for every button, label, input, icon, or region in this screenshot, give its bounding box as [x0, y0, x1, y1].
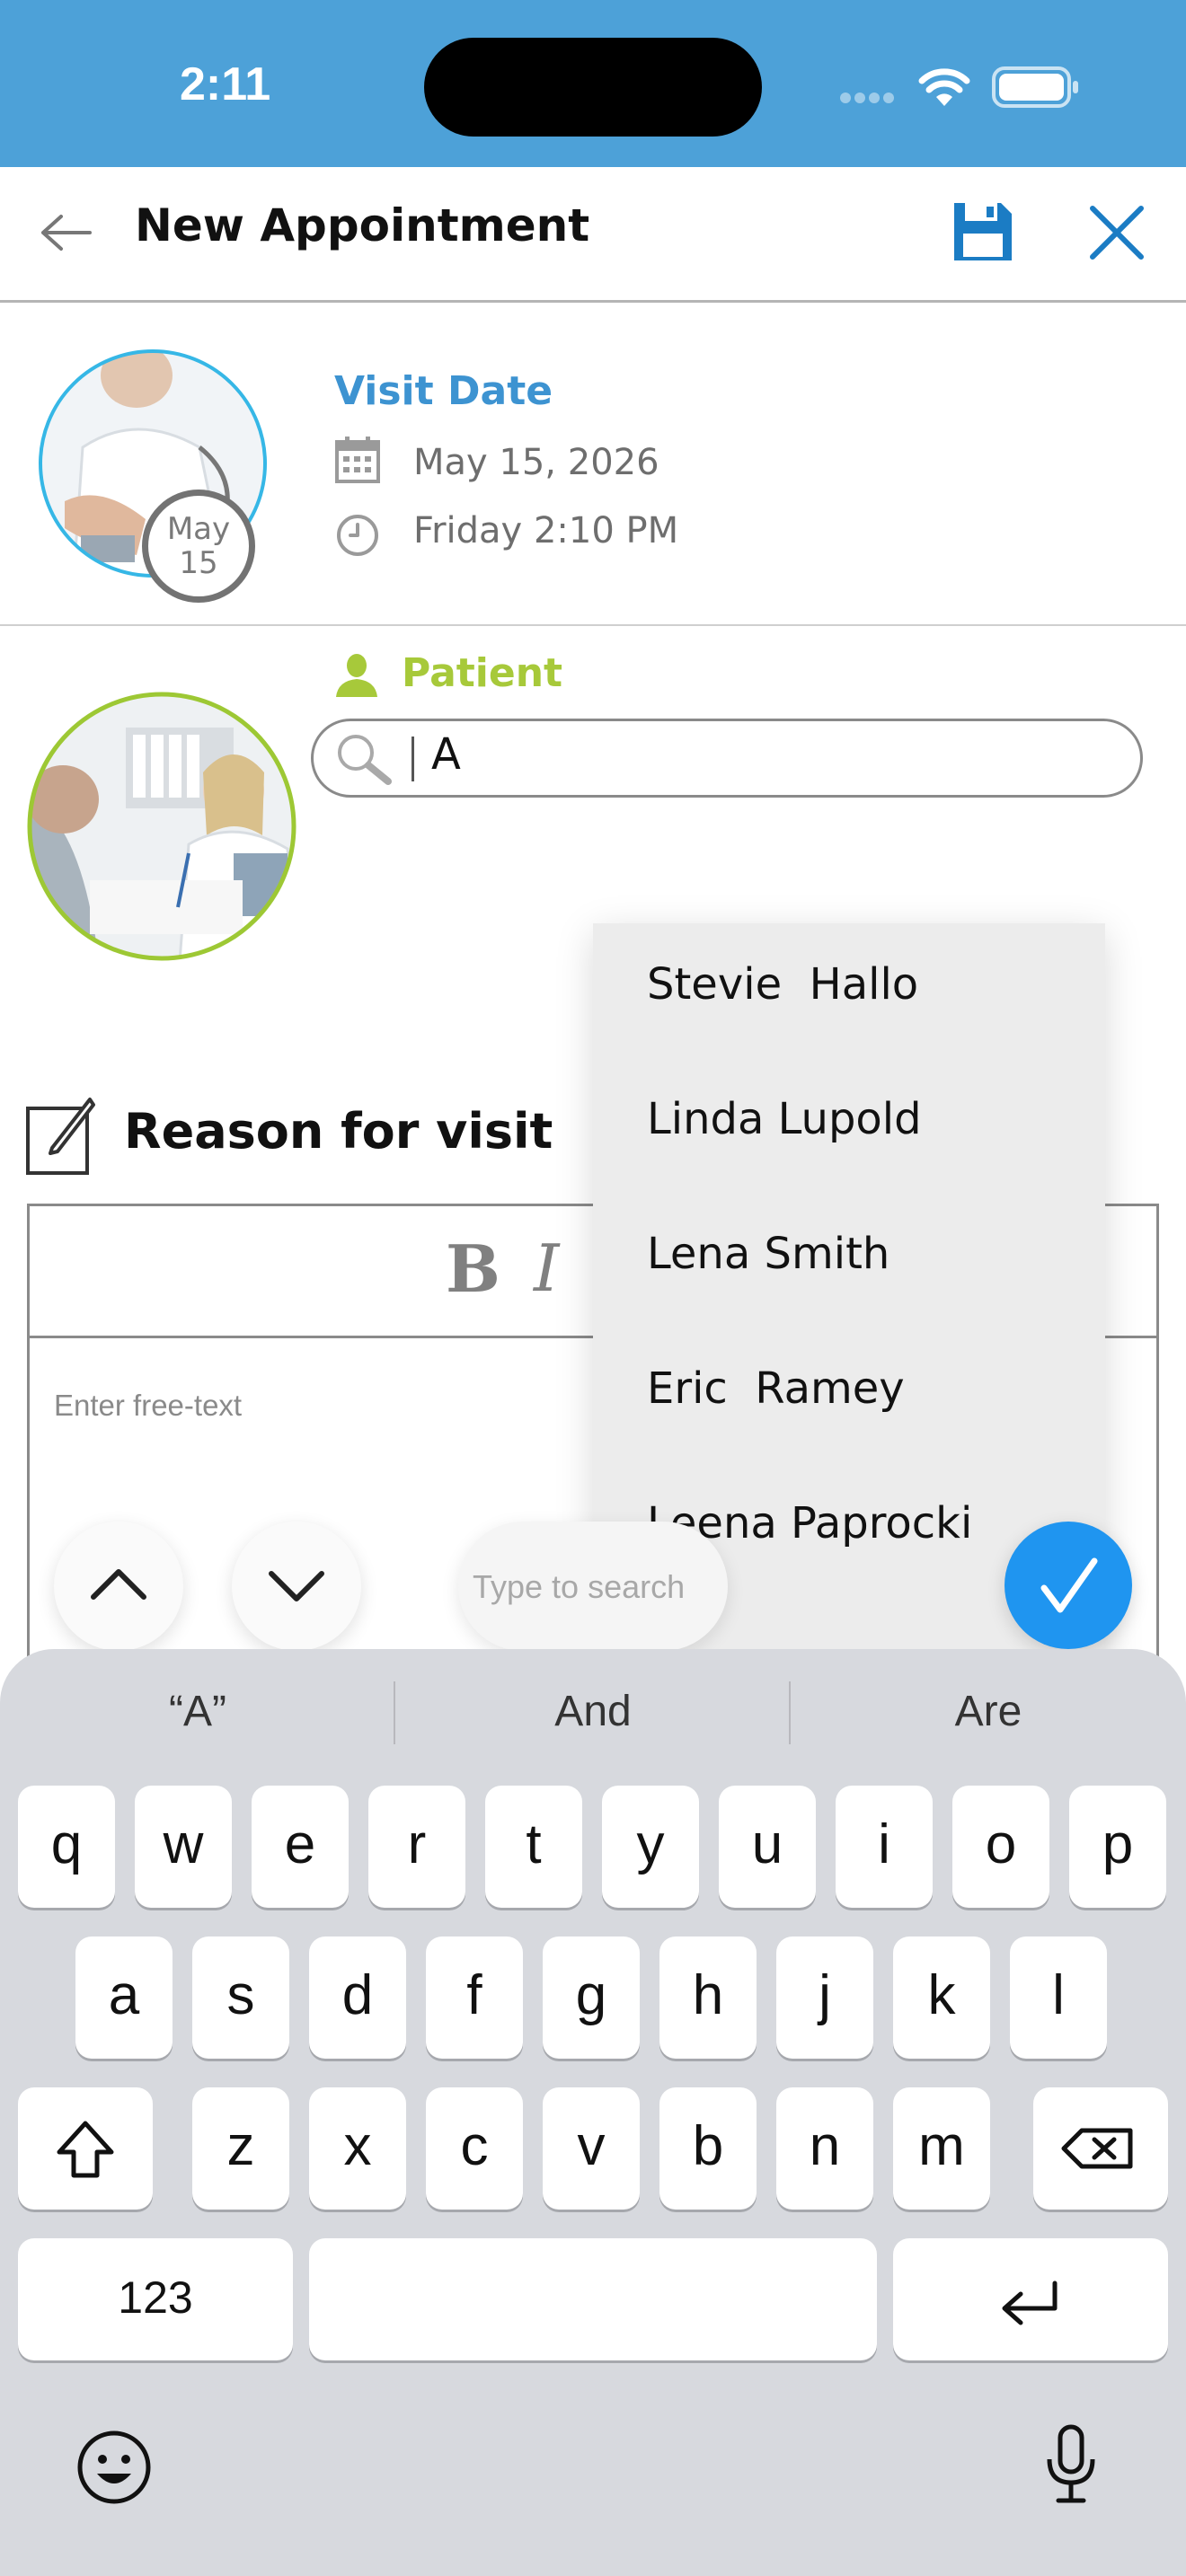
numbers-key[interactable]: 123: [18, 2238, 293, 2360]
save-icon[interactable]: [951, 199, 1015, 264]
dropdown-item[interactable]: Linda Lupold: [647, 1094, 922, 1144]
clock-icon: [337, 515, 378, 556]
shift-arrow-icon: [57, 2121, 114, 2178]
patient-search-input[interactable]: A: [431, 729, 1060, 785]
key-w[interactable]: w: [135, 1786, 232, 1908]
key-f[interactable]: f: [426, 1936, 523, 2059]
space-key[interactable]: [309, 2238, 877, 2360]
battery-icon: [992, 66, 1078, 108]
edit-note-icon: [26, 1098, 95, 1175]
key-e[interactable]: e: [252, 1786, 349, 1908]
return-arrow-icon: [1002, 2280, 1058, 2325]
patient-icon: [336, 654, 377, 697]
done-button[interactable]: [1005, 1522, 1132, 1649]
back-arrow-icon[interactable]: [40, 212, 93, 253]
text-caret: [412, 737, 414, 781]
patient-label: Patient: [402, 650, 563, 696]
key-v[interactable]: v: [543, 2087, 640, 2210]
date-badge: May 15: [142, 490, 255, 603]
bold-button[interactable]: B: [446, 1231, 500, 1307]
key-x[interactable]: x: [309, 2087, 406, 2210]
key-h[interactable]: h: [659, 1936, 757, 2059]
key-z[interactable]: z: [192, 2087, 289, 2210]
delete-key[interactable]: [1033, 2087, 1168, 2210]
key-l[interactable]: l: [1010, 1936, 1107, 2059]
key-o[interactable]: o: [952, 1786, 1049, 1908]
key-c[interactable]: c: [426, 2087, 523, 2210]
patient-avatar: [27, 692, 296, 961]
key-s[interactable]: s: [192, 1936, 289, 2059]
key-g[interactable]: g: [543, 1936, 640, 2059]
dynamic-island: [424, 38, 762, 137]
microphone-icon[interactable]: [1042, 2423, 1100, 2506]
signal-icon: [840, 90, 903, 103]
suggestion-3[interactable]: Are: [854, 1687, 1123, 1736]
previous-field-button[interactable]: [54, 1522, 183, 1651]
suggestion-1[interactable]: “A”: [63, 1687, 332, 1736]
key-q[interactable]: q: [18, 1786, 115, 1908]
date-badge-month: May: [166, 511, 231, 547]
emoji-icon[interactable]: [75, 2429, 153, 2506]
key-n[interactable]: n: [776, 2087, 873, 2210]
suggestion-divider: [394, 1681, 395, 1744]
search-icon: [338, 735, 392, 785]
key-k[interactable]: k: [893, 1936, 990, 2059]
key-d[interactable]: d: [309, 1936, 406, 2059]
key-j[interactable]: j: [776, 1936, 873, 2059]
shift-key[interactable]: [18, 2087, 153, 2210]
suggestion-divider: [789, 1681, 791, 1744]
page-title: New Appointment: [135, 199, 590, 251]
key-b[interactable]: b: [659, 2087, 757, 2210]
close-icon[interactable]: [1087, 203, 1146, 262]
dropdown-item[interactable]: Stevie Hallo: [647, 959, 918, 1010]
key-p[interactable]: p: [1069, 1786, 1166, 1908]
key-a[interactable]: a: [75, 1936, 173, 2059]
checkmark-icon: [1040, 1557, 1098, 1613]
next-field-button[interactable]: [232, 1522, 361, 1651]
dropdown-item[interactable]: Eric Ramey: [647, 1363, 905, 1414]
key-u[interactable]: u: [719, 1786, 816, 1908]
key-r[interactable]: r: [368, 1786, 465, 1908]
visit-date-label: Visit Date: [334, 368, 553, 414]
date-badge-day: 15: [179, 545, 218, 581]
chevron-down-icon: [269, 1571, 324, 1601]
return-key[interactable]: [893, 2238, 1168, 2360]
wifi-icon: [918, 68, 970, 106]
key-m[interactable]: m: [893, 2087, 990, 2210]
reason-title: Reason for visit: [124, 1103, 553, 1160]
chevron-up-icon: [91, 1569, 146, 1600]
suggestion-2[interactable]: And: [458, 1687, 728, 1736]
visit-time-value[interactable]: Friday 2:10 PM: [413, 510, 678, 551]
key-y[interactable]: y: [602, 1786, 699, 1908]
dropdown-item[interactable]: Lena Smith: [647, 1229, 890, 1279]
key-i[interactable]: i: [836, 1786, 933, 1908]
reason-placeholder[interactable]: Enter free-text: [54, 1389, 242, 1423]
key-t[interactable]: t: [485, 1786, 582, 1908]
visit-date-value[interactable]: May 15, 2026: [413, 442, 659, 483]
delete-backspace-icon: [1061, 2128, 1133, 2169]
status-time: 2:11: [180, 58, 271, 110]
accessory-search-placeholder: Type to search: [473, 1568, 686, 1605]
calendar-icon: [335, 437, 380, 483]
italic-button[interactable]: I: [534, 1231, 559, 1306]
